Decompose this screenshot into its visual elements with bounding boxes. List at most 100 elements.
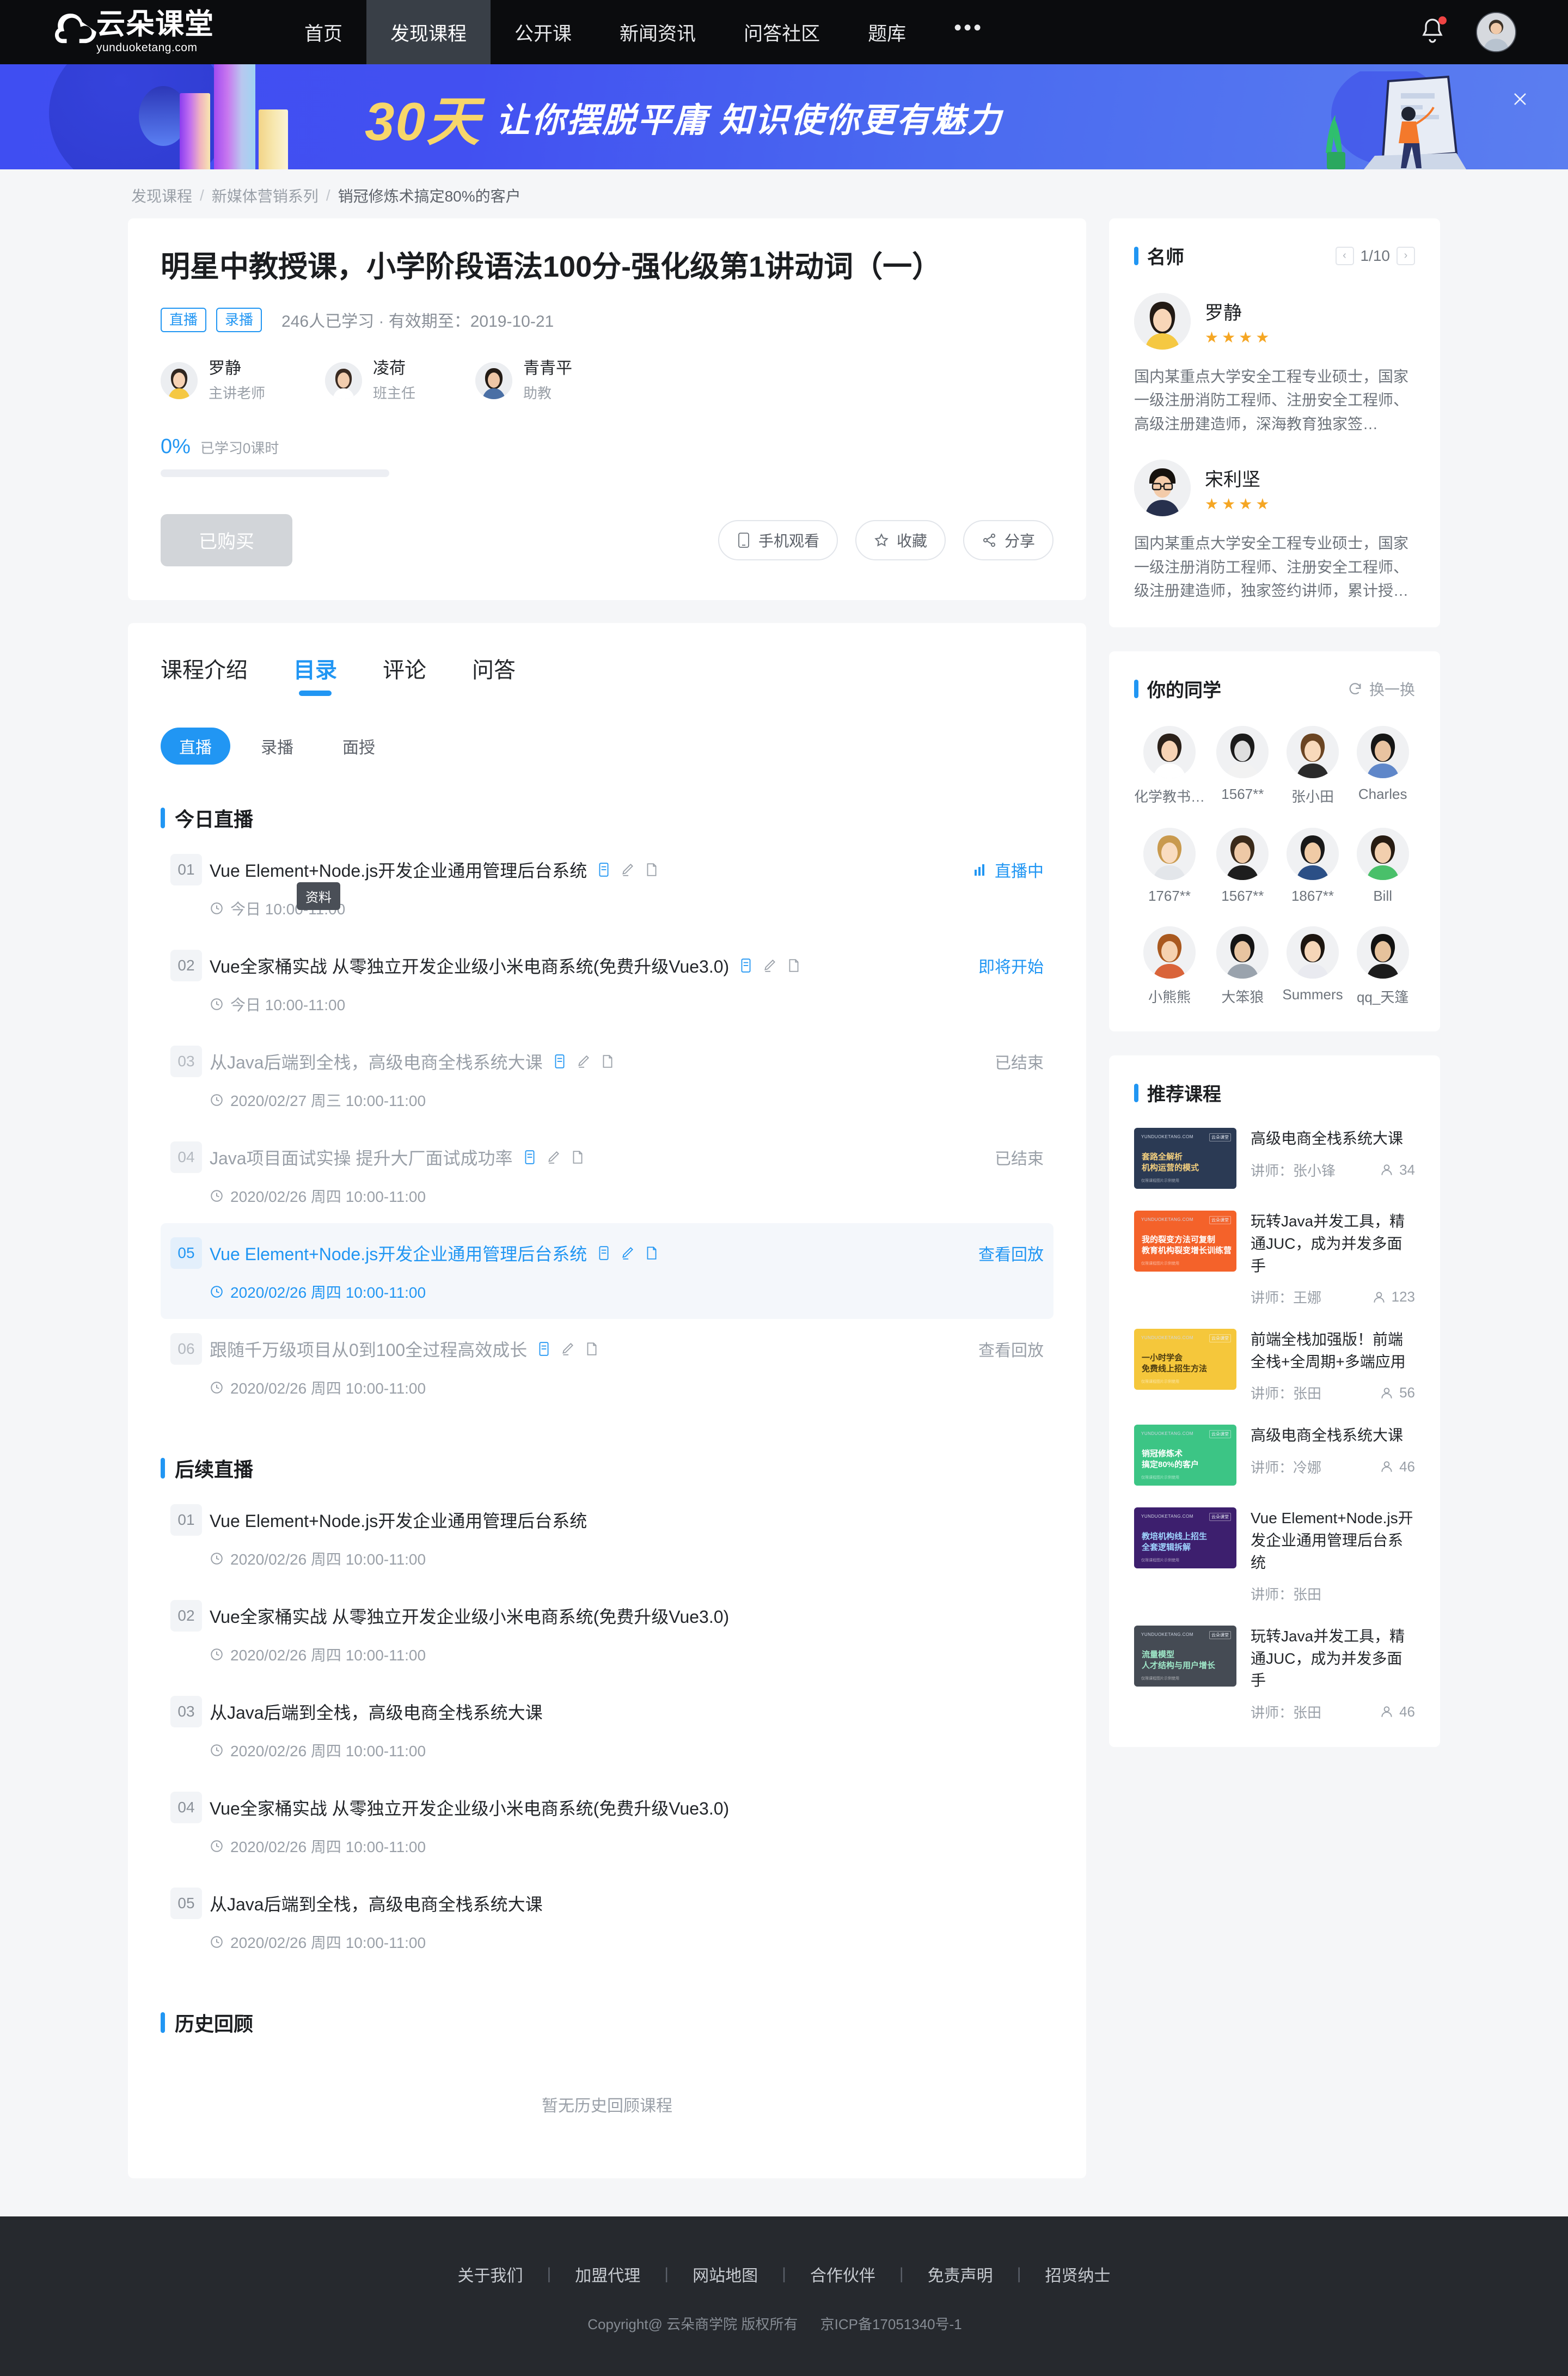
exam-icon[interactable] xyxy=(645,1245,659,1261)
lesson-title[interactable]: 从Java后端到全栈，高级电商全栈系统大课 xyxy=(210,1049,543,1074)
favorite-button[interactable]: 收藏 xyxy=(855,520,946,560)
teacher-item[interactable]: 罗静 主讲老师 xyxy=(161,358,265,402)
footer-link[interactable]: 关于我们 xyxy=(434,2262,547,2286)
buy-button[interactable]: 已购买 xyxy=(161,514,292,566)
recommended-course-item[interactable]: YUNDUOKETANG.COM 云朵课堂 套路全解析 机构运营的模式 仅限课程… xyxy=(1134,1128,1415,1189)
lesson-title[interactable]: Vue全家桶实战 从零独立开发企业级小米电商系统(免费升级Vue3.0) xyxy=(210,1795,729,1820)
lesson-row[interactable]: 06 跟随千万级项目从0到100全过程高效成长 查看回放 2020/02/26 … xyxy=(161,1319,1054,1415)
classmate-item[interactable]: Charles xyxy=(1350,726,1415,806)
nav-item-more[interactable]: ••• xyxy=(930,0,1007,64)
refresh-classmates-button[interactable]: 换一换 xyxy=(1347,678,1415,700)
nav-item-open-class[interactable]: 公开课 xyxy=(491,0,596,64)
nav-item-discover-courses[interactable]: 发现课程 xyxy=(366,0,491,64)
lesson-title[interactable]: Vue Element+Node.js开发企业通用管理后台系统 xyxy=(210,857,587,882)
lesson-title[interactable]: Vue全家桶实战 从零独立开发企业级小米电商系统(免费升级Vue3.0) xyxy=(210,953,729,978)
material-icon[interactable] xyxy=(597,1245,611,1261)
lesson-status[interactable]: 查看回放 xyxy=(978,1241,1044,1265)
exam-icon[interactable] xyxy=(601,1054,615,1069)
classmate-item[interactable]: 1567** xyxy=(1210,726,1275,806)
nav-item-home[interactable]: 首页 xyxy=(280,0,366,64)
notifications-button[interactable] xyxy=(1419,16,1447,47)
material-icon[interactable] xyxy=(597,862,611,877)
chevron-left-icon[interactable]: ‹ xyxy=(1335,246,1354,265)
lesson-row[interactable]: 04 Java项目面试实操 提升大厂面试成功率 已结束 2020/02/26 周… xyxy=(161,1127,1054,1223)
lesson-status[interactable]: 已结束 xyxy=(995,1049,1044,1073)
classmate-item[interactable]: 大笨狼 xyxy=(1210,926,1275,1006)
recommended-course-item[interactable]: YUNDUOKETANG.COM 云朵课堂 我的裂变方法可复制 教育机构裂变增长… xyxy=(1134,1211,1415,1307)
lesson-row[interactable]: 01 Vue Element+Node.js开发企业通用管理后台系统 2020/… xyxy=(161,1490,1054,1586)
subtab-live[interactable]: 直播 xyxy=(161,727,230,765)
subtab-recorded[interactable]: 录播 xyxy=(242,728,312,765)
lesson-row[interactable]: 03 从Java后端到全栈，高级电商全栈系统大课 2020/02/26 周四 1… xyxy=(161,1682,1054,1778)
lesson-row[interactable]: 03 从Java后端到全栈，高级电商全栈系统大课 已结束 2020/02/27 … xyxy=(161,1031,1054,1127)
lesson-title[interactable]: Vue Element+Node.js开发企业通用管理后台系统 xyxy=(210,1507,587,1532)
classmate-item[interactable]: 1567** xyxy=(1210,828,1275,905)
famous-teacher-item[interactable]: 宋利坚 ★ ★ ★ ★ 国内某重点大学安全工程专业硕士，国家一级注册消防工程师、注册安… xyxy=(1134,460,1415,602)
footer-link[interactable]: 合作伙伴 xyxy=(786,2262,899,2286)
homework-icon[interactable] xyxy=(763,958,777,973)
footer-link[interactable]: 加盟代理 xyxy=(551,2262,664,2286)
recommended-course-item[interactable]: YUNDUOKETANG.COM 云朵课堂 教培机构线上招生 全套逻辑拆解 仅限… xyxy=(1134,1507,1415,1604)
classmate-item[interactable]: 小熊熊 xyxy=(1134,926,1205,1006)
watch-on-phone-button[interactable]: 手机观看 xyxy=(718,520,838,560)
lesson-title[interactable]: Vue全家桶实战 从零独立开发企业级小米电商系统(免费升级Vue3.0) xyxy=(210,1603,729,1628)
classmate-item[interactable]: Summers xyxy=(1281,926,1345,1006)
classmate-item[interactable]: qq_天篷 xyxy=(1350,926,1415,1006)
classmate-item[interactable]: Bill xyxy=(1350,828,1415,905)
footer-link[interactable]: 招贤纳士 xyxy=(1021,2262,1134,2286)
tab-qa[interactable]: 问答 xyxy=(472,652,516,696)
classmate-item[interactable]: 张小田 xyxy=(1281,726,1345,806)
nav-item-question-bank[interactable]: 题库 xyxy=(844,0,930,64)
famous-teacher-item[interactable]: 罗静 ★ ★ ★ ★ 国内某重点大学安全工程专业硕士，国家一级注册消防工程师、注册安全… xyxy=(1134,293,1415,436)
material-icon[interactable] xyxy=(537,1341,551,1357)
exam-icon[interactable] xyxy=(787,958,801,973)
classmate-item[interactable]: 化学教书… xyxy=(1134,726,1205,806)
footer-link[interactable]: 网站地图 xyxy=(669,2262,782,2286)
lesson-row[interactable]: 02 Vue全家桶实战 从零独立开发企业级小米电商系统(免费升级Vue3.0) … xyxy=(161,1586,1054,1682)
tab-comments[interactable]: 评论 xyxy=(383,652,426,696)
nav-item-qa-community[interactable]: 问答社区 xyxy=(720,0,844,64)
tab-course-intro[interactable]: 课程介绍 xyxy=(161,652,248,696)
exam-icon[interactable] xyxy=(571,1150,585,1165)
homework-icon[interactable] xyxy=(561,1341,575,1357)
classmate-item[interactable]: 1867** xyxy=(1281,828,1345,905)
lesson-title[interactable]: Vue Element+Node.js开发企业通用管理后台系统 xyxy=(210,1241,587,1266)
classmate-item[interactable]: 1767** xyxy=(1134,828,1205,905)
lesson-title[interactable]: 跟随千万级项目从0到100全过程高效成长 xyxy=(210,1336,527,1361)
close-icon[interactable] xyxy=(1508,87,1532,111)
site-logo[interactable]: 云朵课堂 yunduoketang.com xyxy=(52,7,280,57)
lesson-title[interactable]: Java项目面试实操 提升大厂面试成功率 xyxy=(210,1145,513,1170)
lesson-title[interactable]: 从Java后端到全栈，高级电商全栈系统大课 xyxy=(210,1891,543,1916)
exam-icon[interactable] xyxy=(585,1341,599,1357)
recommended-course-item[interactable]: YUNDUOKETANG.COM 云朵课堂 销冠修炼术 搞定80%的客户 仅限课… xyxy=(1134,1425,1415,1486)
lesson-row[interactable]: 01 Vue Element+Node.js开发企业通用管理后台系统 直播中 今… xyxy=(161,840,1054,936)
lesson-row[interactable]: 05 Vue Element+Node.js开发企业通用管理后台系统 查看回放 … xyxy=(161,1223,1054,1319)
homework-icon[interactable] xyxy=(621,1245,635,1261)
breadcrumb-item-0[interactable]: 发现课程 xyxy=(131,185,192,206)
teacher-item[interactable]: 青青平 助教 xyxy=(475,358,572,402)
homework-icon[interactable] xyxy=(621,862,635,877)
material-icon[interactable] xyxy=(523,1150,537,1165)
subtab-offline[interactable]: 面授 xyxy=(324,728,394,765)
recommended-course-item[interactable]: YUNDUOKETANG.COM 云朵课堂 一小时学会 免费线上招生方法 仅限课… xyxy=(1134,1329,1415,1403)
user-avatar[interactable] xyxy=(1476,12,1516,52)
lesson-status[interactable]: 即将开始 xyxy=(978,954,1044,978)
promo-banner[interactable]: 30天 让你摆脱平庸 知识使你更有魅力 xyxy=(0,64,1568,169)
recommended-course-item[interactable]: YUNDUOKETANG.COM 云朵课堂 流量模型 人才结构与用户增长 仅限课… xyxy=(1134,1626,1415,1722)
breadcrumb-item-1[interactable]: 新媒体营销系列 xyxy=(212,185,318,206)
lesson-status[interactable]: 查看回放 xyxy=(978,1337,1044,1361)
lesson-title[interactable]: 从Java后端到全栈，高级电商全栈系统大课 xyxy=(210,1699,543,1724)
material-icon[interactable] xyxy=(553,1054,567,1069)
homework-icon[interactable] xyxy=(577,1054,591,1069)
share-button[interactable]: 分享 xyxy=(963,520,1054,560)
lesson-row[interactable]: 04 Vue全家桶实战 从零独立开发企业级小米电商系统(免费升级Vue3.0) … xyxy=(161,1778,1054,1873)
teacher-item[interactable]: 凌荷 班主任 xyxy=(325,358,415,402)
lesson-row[interactable]: 05 从Java后端到全栈，高级电商全栈系统大课 2020/02/26 周四 1… xyxy=(161,1873,1054,1969)
nav-item-news[interactable]: 新闻资讯 xyxy=(596,0,720,64)
material-icon[interactable] xyxy=(739,958,753,973)
tab-catalog[interactable]: 目录 xyxy=(293,652,337,696)
lesson-status[interactable]: 直播中 xyxy=(974,858,1044,882)
footer-link[interactable]: 免责声明 xyxy=(904,2262,1017,2286)
exam-icon[interactable] xyxy=(645,862,659,877)
homework-icon[interactable] xyxy=(547,1150,561,1165)
